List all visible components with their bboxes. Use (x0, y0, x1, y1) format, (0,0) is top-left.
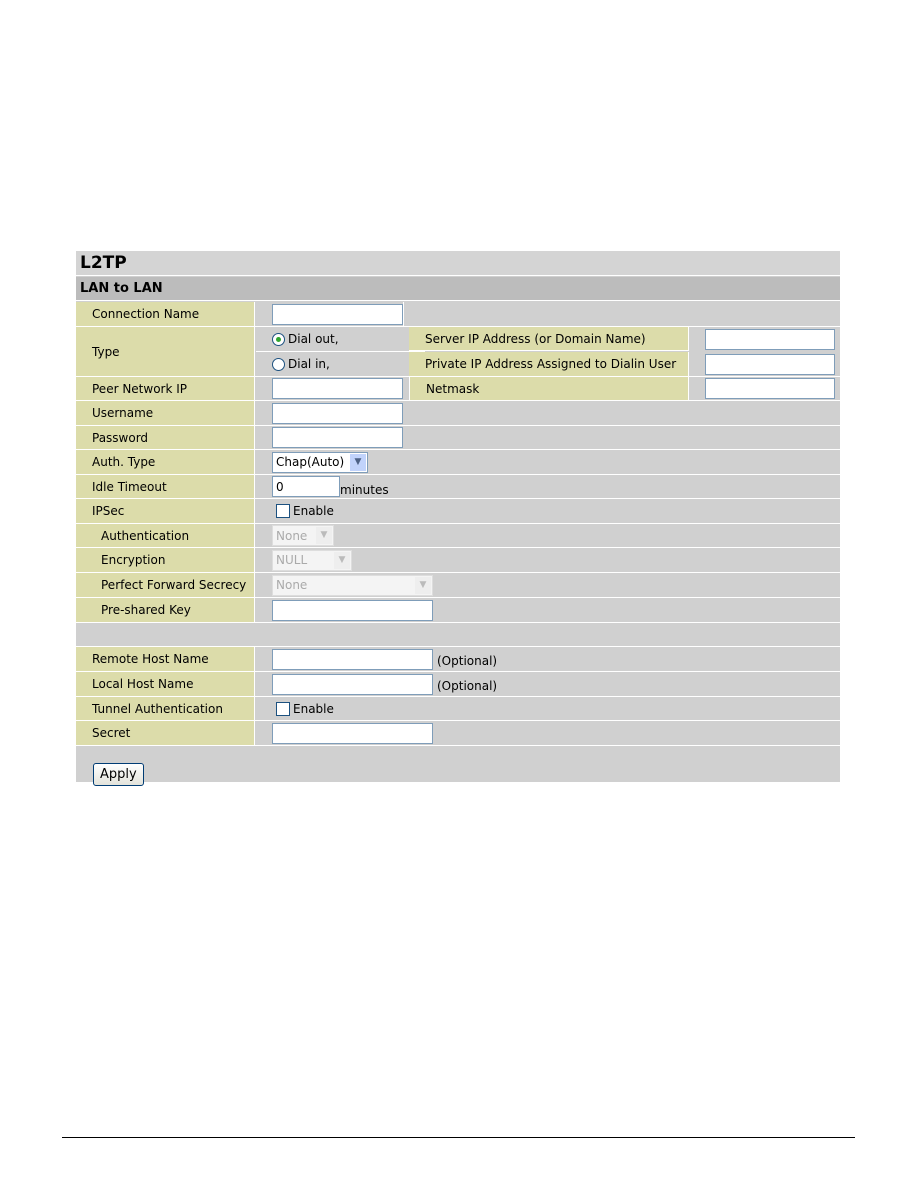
row-password: Password (76, 426, 840, 450)
remote-host-label: Remote Host Name (76, 647, 255, 671)
ipsec-enable-checkbox[interactable] (276, 504, 290, 518)
row-secret: Secret (76, 721, 840, 746)
remote-host-note: (Optional) (437, 654, 498, 668)
section-header: LAN to LAN (76, 277, 840, 301)
netmask-input[interactable] (705, 378, 835, 399)
password-label: Password (76, 426, 255, 449)
ipsec-enable-label: Enable (293, 504, 334, 518)
connection-name-input[interactable] (272, 303, 403, 325)
authentication-label: Authentication (76, 524, 255, 547)
authentication-select[interactable]: None ▼ (272, 525, 334, 546)
chevron-down-icon: ▼ (415, 576, 431, 594)
type-label: Type (76, 327, 255, 376)
page-title: L2TP (76, 251, 840, 276)
psk-label: Pre-shared Key (76, 598, 255, 622)
row-tunnel-auth: Tunnel Authentication Enable (76, 697, 840, 721)
username-input[interactable] (272, 402, 403, 424)
idle-timeout-label: Idle Timeout (76, 475, 255, 498)
secret-input[interactable] (272, 722, 433, 744)
pfs-label: Perfect Forward Secrecy (76, 573, 255, 597)
tunnel-auth-enable-label: Enable (293, 701, 334, 716)
row-username: Username (76, 401, 840, 426)
secret-label: Secret (76, 721, 255, 745)
row-encryption: Encryption NULL ▼ (76, 548, 840, 573)
encryption-value: NULL (276, 553, 308, 567)
row-auth-type: Auth. Type Chap(Auto) ▼ (76, 450, 840, 475)
username-label: Username (76, 401, 255, 425)
encryption-label: Encryption (76, 548, 255, 572)
dial-out-option[interactable]: Dial out, (256, 327, 425, 352)
tunnel-auth-label: Tunnel Authentication (76, 697, 255, 720)
remote-host-input[interactable] (272, 648, 433, 670)
row-local-host: Local Host Name (Optional) (76, 672, 840, 697)
authentication-value: None (276, 528, 308, 543)
row-psk: Pre-shared Key (76, 598, 840, 623)
connection-name-label: Connection Name (76, 302, 255, 326)
ipsec-label: IPSec (76, 499, 255, 523)
chevron-down-icon: ▼ (316, 527, 332, 544)
private-ip-label: Private IP Address Assigned to Dialin Us… (409, 352, 689, 376)
tunnel-auth-checkbox[interactable] (276, 701, 290, 716)
dial-in-radio[interactable] (272, 357, 285, 371)
peer-network-ip-input[interactable] (272, 378, 403, 399)
row-connection-name: Connection Name (76, 302, 840, 327)
server-ip-label: Server IP Address (or Domain Name) (409, 327, 689, 351)
auth-type-label: Auth. Type (76, 450, 255, 474)
private-ip-input[interactable] (705, 353, 835, 375)
encryption-select[interactable]: NULL ▼ (272, 549, 352, 571)
row-type: Type Dial out, Dial in, Server IP Addres… (76, 327, 840, 377)
password-input[interactable] (272, 427, 403, 448)
row-pfs: Perfect Forward Secrecy None ▼ (76, 573, 840, 598)
auth-type-value: Chap(Auto) (276, 455, 345, 469)
row-authentication: Authentication None ▼ (76, 524, 840, 548)
footer-divider (62, 1137, 855, 1138)
idle-timeout-input[interactable] (272, 476, 340, 497)
auth-type-select[interactable]: Chap(Auto) ▼ (272, 451, 368, 473)
chevron-down-icon: ▼ (350, 453, 366, 471)
psk-input[interactable] (272, 599, 433, 621)
pfs-select[interactable]: None ▼ (272, 574, 433, 596)
local-host-input[interactable] (272, 673, 433, 695)
idle-timeout-unit: minutes (340, 482, 389, 497)
dial-in-option[interactable]: Dial in, (256, 352, 425, 376)
peer-network-ip-label: Peer Network IP (76, 377, 255, 400)
dial-in-label: Dial in, (288, 357, 330, 371)
dial-out-radio[interactable] (272, 332, 285, 346)
server-ip-input[interactable] (705, 328, 835, 350)
chevron-down-icon: ▼ (334, 551, 350, 569)
row-idle-timeout: Idle Timeout minutes (76, 475, 840, 499)
dial-out-label: Dial out, (288, 332, 339, 346)
netmask-label: Netmask (409, 377, 689, 400)
row-peer-network: Peer Network IP Netmask (76, 377, 840, 401)
local-host-label: Local Host Name (76, 672, 255, 696)
pfs-value: None (276, 578, 308, 592)
l2tp-panel: L2TP LAN to LAN Connection Name Type Dia… (76, 251, 840, 786)
spacer-row (76, 623, 840, 647)
local-host-note: (Optional) (437, 679, 498, 693)
row-ipsec: IPSec Enable (76, 499, 840, 524)
apply-button[interactable]: Apply (93, 763, 144, 786)
row-remote-host: Remote Host Name (Optional) (76, 647, 840, 672)
